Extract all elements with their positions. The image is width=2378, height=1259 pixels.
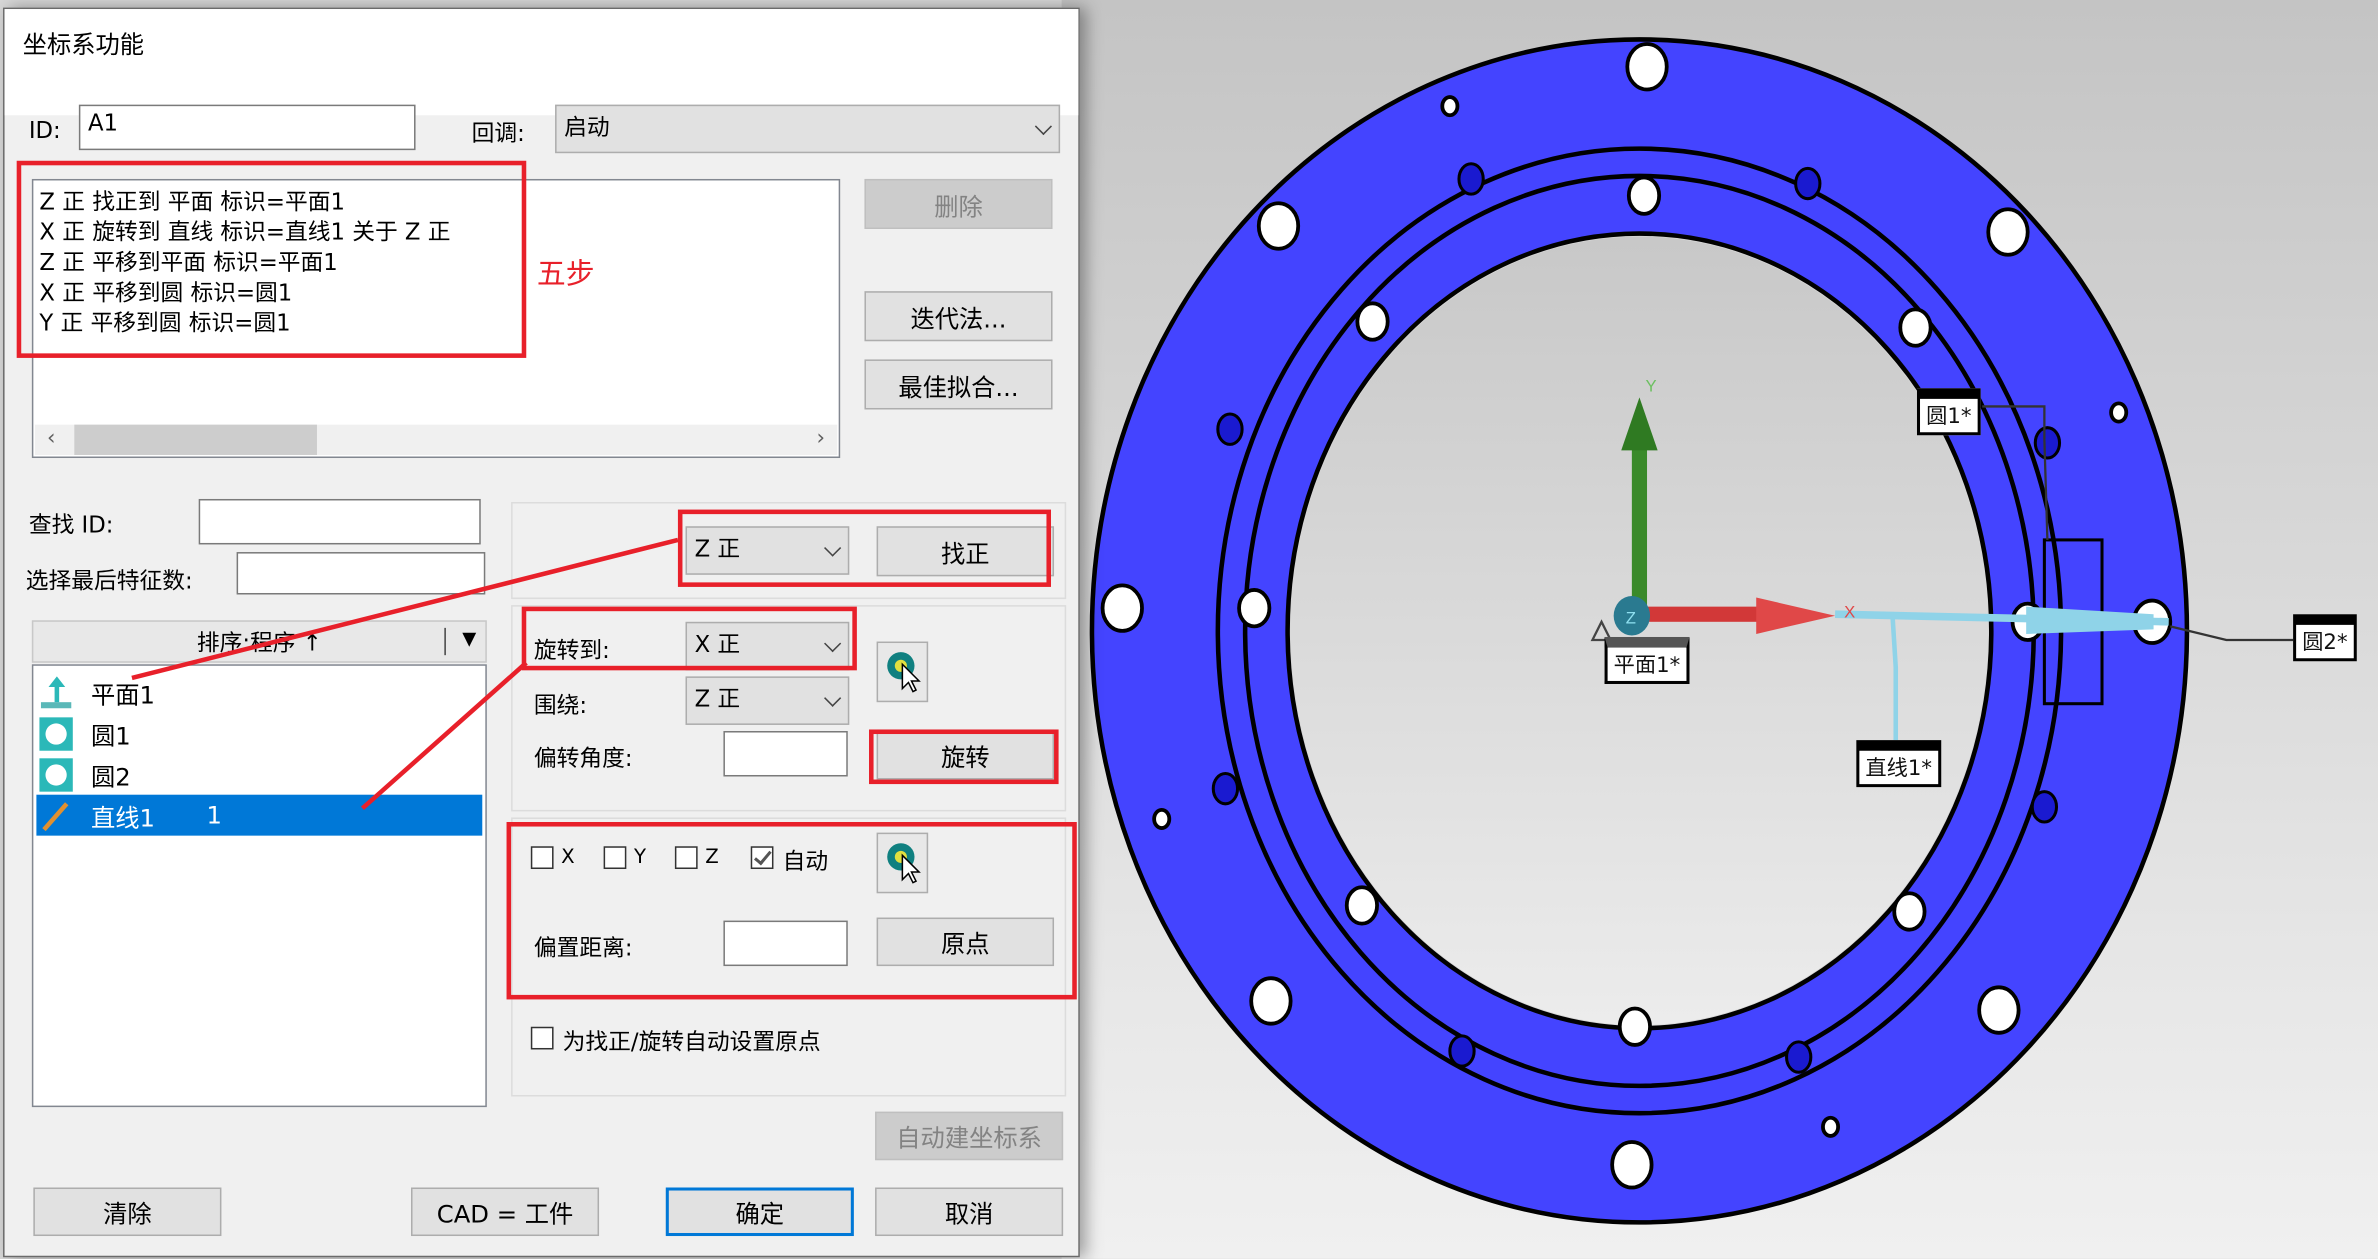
coordinate-system-dialog: 坐标系功能 ID: A1 回调: 启动 Z 正 找正到 平面 标识=平面1 X …	[3, 7, 1080, 1258]
x-axis-label: X	[1844, 602, 1855, 621]
y-axis-label: Y	[1646, 376, 1657, 395]
z-axis-label: Z	[1626, 608, 1636, 627]
screen: Y X Z 圆1* 圆2* 平面1* 直线1* 坐标系功能 ID: A1 回调:…	[0, 0, 2378, 1259]
cad-viewport[interactable]: Y X Z 圆1* 圆2* 平面1* 直线1*	[1061, 0, 2378, 1259]
label-circle-2[interactable]: 圆2*	[2293, 614, 2357, 662]
part-graphics: Y X Z	[1089, 37, 2298, 1225]
annotation-lines	[131, 537, 679, 811]
label-circle-1[interactable]: 圆1*	[1916, 388, 1981, 436]
label-plane-1[interactable]: 平面1*	[1604, 636, 1690, 684]
label-line-1[interactable]: 直线1*	[1856, 740, 1942, 788]
